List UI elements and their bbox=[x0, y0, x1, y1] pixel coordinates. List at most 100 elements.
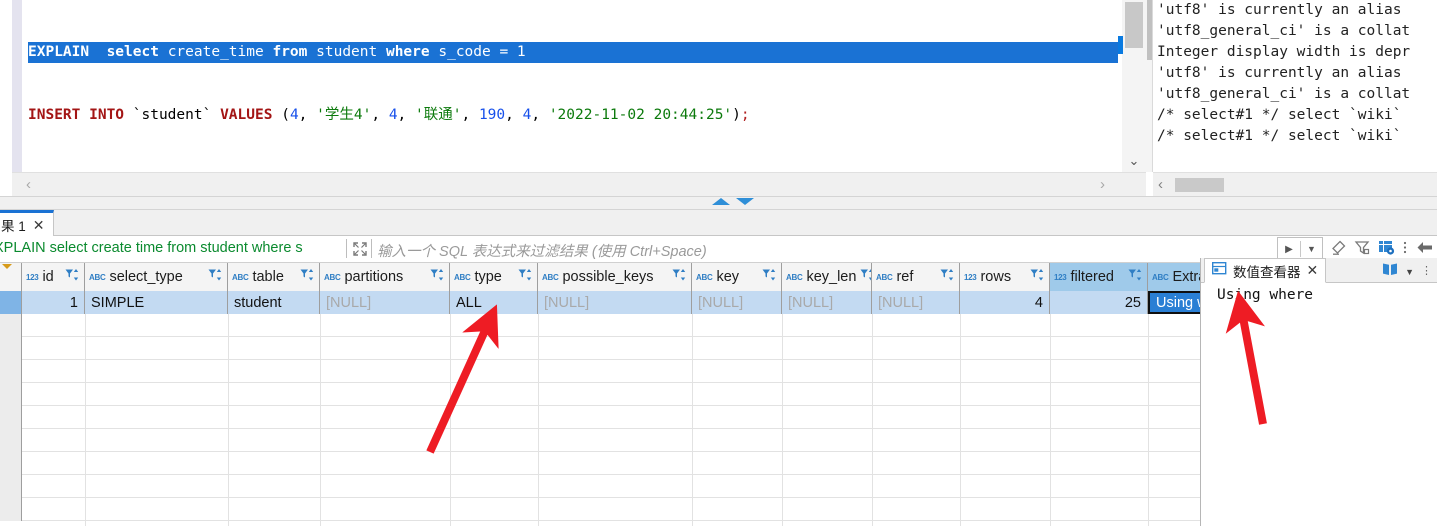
kw-from: from bbox=[272, 44, 307, 60]
apply-filter-icon[interactable]: ▶ bbox=[1278, 244, 1300, 255]
cell-table[interactable]: student bbox=[228, 291, 320, 314]
column-header-filtered[interactable]: 123filtered bbox=[1050, 263, 1148, 291]
sort-filter-icon[interactable] bbox=[1030, 268, 1045, 286]
column-header-type[interactable]: ABCtype bbox=[450, 263, 538, 291]
close-icon[interactable]: ✕ bbox=[1307, 262, 1319, 279]
sql-table-ident: `student` bbox=[133, 107, 212, 123]
cell-type[interactable]: ALL bbox=[450, 291, 538, 314]
console-hscroll-thumb[interactable] bbox=[1175, 178, 1224, 192]
splitter-collapse-up-icon[interactable] bbox=[712, 198, 730, 205]
row-gutter[interactable] bbox=[0, 406, 22, 429]
sort-filter-icon[interactable] bbox=[940, 268, 955, 286]
console-scroll-thumb[interactable] bbox=[1147, 0, 1152, 60]
scroll-left-arrow-icon[interactable]: ‹ bbox=[26, 176, 31, 193]
grid-column-line bbox=[320, 314, 321, 526]
column-header-id[interactable]: 123id bbox=[22, 263, 85, 291]
value-viewer-body[interactable]: Using where bbox=[1201, 283, 1437, 526]
column-header-key_len[interactable]: ABCkey_len bbox=[782, 263, 872, 291]
grid-corner-cell[interactable] bbox=[0, 263, 22, 291]
sort-filter-icon[interactable] bbox=[518, 268, 533, 286]
sort-filter-icon[interactable] bbox=[762, 268, 777, 286]
column-header-label: ref bbox=[896, 269, 913, 285]
cell-ref[interactable]: [NULL] bbox=[872, 291, 960, 314]
cell-key[interactable]: [NULL] bbox=[692, 291, 782, 314]
grid-column-line bbox=[1148, 314, 1149, 526]
row-gutter[interactable] bbox=[0, 429, 22, 452]
tbl-student: student bbox=[316, 44, 377, 60]
server-output-pane[interactable]: 'utf8' is currently an alias 'utf8_gener… bbox=[1146, 0, 1437, 198]
grid-column-line bbox=[782, 314, 783, 526]
console-scroll-left-icon[interactable]: ‹ bbox=[1158, 176, 1163, 193]
text-type-icon: ABC bbox=[324, 273, 340, 282]
cell-filtered[interactable]: 25 bbox=[1050, 291, 1148, 314]
chevron-down-icon[interactable]: ⌄ bbox=[1124, 152, 1144, 170]
row-gutter[interactable] bbox=[0, 452, 22, 475]
col-create-time: create_time bbox=[168, 44, 264, 60]
selected-statement-text: EXPLAIN select create_time from student … bbox=[28, 44, 526, 60]
sql-editor-pane[interactable]: INSERT INTO `student` VALUES (4, '学生4', … bbox=[0, 0, 1146, 178]
row-gutter-selected[interactable] bbox=[0, 291, 22, 314]
cell-key_len[interactable]: [NULL] bbox=[782, 291, 872, 314]
chevron-down-icon[interactable]: ▼ bbox=[1301, 244, 1322, 254]
splitter-collapse-down-icon[interactable] bbox=[736, 198, 754, 205]
text-type-icon: ABC bbox=[696, 273, 712, 282]
close-icon[interactable]: ✕ bbox=[33, 218, 45, 232]
row-gutter[interactable] bbox=[0, 337, 22, 360]
column-header-partitions[interactable]: ABCpartitions bbox=[320, 263, 450, 291]
row-gutter[interactable] bbox=[0, 383, 22, 406]
sort-filter-icon[interactable] bbox=[1128, 268, 1143, 286]
console-scroll-track[interactable] bbox=[1146, 0, 1153, 172]
row-gutter[interactable] bbox=[0, 360, 22, 383]
result-tab[interactable]: 果 1 ✕ bbox=[0, 210, 54, 236]
sort-filter-icon[interactable] bbox=[65, 268, 80, 286]
editor-left-margin bbox=[0, 0, 12, 178]
column-header-possible_keys[interactable]: ABCpossible_keys bbox=[538, 263, 692, 291]
row-gutter[interactable] bbox=[0, 475, 22, 498]
column-header-key[interactable]: ABCkey bbox=[692, 263, 782, 291]
sort-filter-icon[interactable] bbox=[430, 268, 445, 286]
filter-placeholder[interactable]: 输入一个 SQL 表达式来过滤结果 (使用 Ctrl+Space) bbox=[377, 240, 707, 261]
expand-icon[interactable] bbox=[351, 240, 369, 258]
editor-vscroll-thumb[interactable] bbox=[1125, 2, 1143, 48]
cell-partitions[interactable]: [NULL] bbox=[320, 291, 450, 314]
column-header-rows[interactable]: 123rows bbox=[960, 263, 1050, 291]
column-header-ref[interactable]: ABCref bbox=[872, 263, 960, 291]
column-header-table[interactable]: ABCtable bbox=[228, 263, 320, 291]
grid-column-line bbox=[450, 314, 451, 526]
sp1 bbox=[124, 107, 133, 123]
sql-code-area[interactable]: INSERT INTO `student` VALUES (4, '学生4', … bbox=[28, 0, 1118, 172]
column-header-label: table bbox=[252, 269, 283, 285]
sort-filter-icon[interactable] bbox=[672, 268, 687, 286]
cell-select_type[interactable]: SIMPLE bbox=[85, 291, 228, 314]
value-viewer-toolbar: ▼ ⋮ bbox=[1382, 262, 1432, 281]
row-gutter[interactable] bbox=[0, 498, 22, 521]
paren-open: ( bbox=[281, 107, 290, 123]
cell-id[interactable]: 1 bbox=[22, 291, 85, 314]
editor-horizontal-scrollbar[interactable] bbox=[12, 172, 1146, 198]
book-icon[interactable] bbox=[1382, 262, 1398, 281]
cell-possible_keys[interactable]: [NULL] bbox=[538, 291, 692, 314]
sort-filter-icon[interactable] bbox=[300, 268, 315, 286]
row-gutter[interactable] bbox=[0, 314, 22, 337]
grid-column-line bbox=[1050, 314, 1051, 526]
value-viewer-panel[interactable]: 数值查看器 ✕ ▼ ⋮ Using where bbox=[1200, 258, 1437, 526]
value-5: 190 bbox=[479, 107, 505, 123]
value-viewer-tab[interactable]: 数值查看器 ✕ bbox=[1204, 258, 1326, 283]
scroll-right-arrow-icon[interactable]: › bbox=[1100, 176, 1105, 193]
chevron-down-icon[interactable]: ▼ bbox=[1405, 267, 1414, 277]
filter-query-text[interactable]: XPLAIN select create time from student w… bbox=[0, 240, 303, 256]
sql-keyword-values: VALUES bbox=[220, 107, 272, 123]
selected-sql-statement[interactable]: EXPLAIN select create_time from student … bbox=[28, 42, 1118, 63]
comma-2: , bbox=[371, 107, 388, 123]
sql-editor-zone: INSERT INTO `student` VALUES (4, '学生4', … bbox=[0, 0, 1437, 198]
kebab-icon[interactable]: ⋮ bbox=[1421, 266, 1432, 277]
value-1: 4 bbox=[290, 107, 299, 123]
sort-filter-icon[interactable] bbox=[860, 268, 872, 286]
grid-column-line bbox=[692, 314, 693, 526]
column-header-label: id bbox=[42, 269, 53, 285]
cell-rows[interactable]: 4 bbox=[960, 291, 1050, 314]
grid-column-line bbox=[538, 314, 539, 526]
grid-column-line bbox=[228, 314, 229, 526]
column-header-select_type[interactable]: ABCselect_type bbox=[85, 263, 228, 291]
sort-filter-icon[interactable] bbox=[208, 268, 223, 286]
